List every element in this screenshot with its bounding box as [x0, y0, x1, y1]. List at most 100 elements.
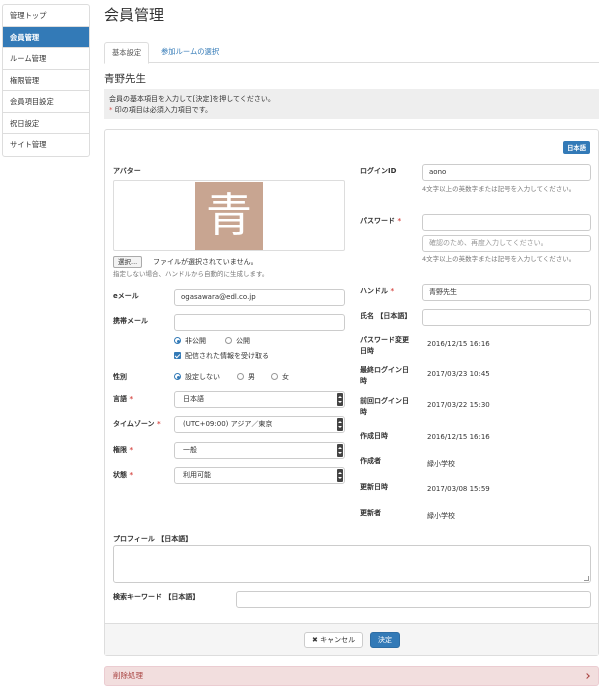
language-select[interactable]: 日本語	[174, 391, 345, 408]
submit-button[interactable]: 決定	[370, 632, 400, 648]
required-mark: *	[129, 395, 134, 403]
required-mark: *	[156, 420, 161, 428]
receive-info-checkbox[interactable]	[174, 352, 181, 359]
sidebar-item-members[interactable]: 会員管理	[3, 26, 89, 48]
sidebar-item-rooms[interactable]: ルーム管理	[3, 48, 89, 70]
prev-login-value: 2017/03/22 15:30	[427, 401, 490, 409]
sidebar-item-admin-top[interactable]: 管理トップ	[3, 5, 89, 27]
creator-label: 作成者	[360, 457, 381, 465]
role-label: 権限 *	[113, 445, 133, 455]
search-keyword-label: 検索キーワード 【日本語】	[113, 593, 200, 601]
role-label-text: 権限	[113, 446, 127, 454]
last-login-label-1: 最終ログイン日	[360, 366, 409, 374]
gender-male-label: 男	[248, 373, 255, 381]
avatar: 青	[195, 182, 263, 250]
handle-input[interactable]: 青野先生	[422, 284, 591, 301]
role-select-value: 一般	[183, 446, 197, 454]
gender-unset-radio[interactable]	[174, 373, 181, 380]
sidebar-item-member-fields[interactable]: 会員項目設定	[3, 91, 89, 113]
role-select[interactable]: 一般	[174, 442, 345, 459]
login-id-label: ログインID	[360, 167, 397, 175]
cancel-button[interactable]: ✖ キャンセル	[304, 632, 364, 648]
avatar-preview-box: 青	[113, 180, 345, 251]
notice-line-2: * 印の項目は必須入力項目です。	[109, 105, 594, 116]
handle-label: ハンドル *	[360, 286, 394, 296]
visibility-public-radio[interactable]	[225, 337, 232, 344]
select-caret-icon	[337, 418, 343, 431]
avatar-hint: 指定しない場合、ハンドルから自動的に生成します。	[113, 270, 269, 278]
sidebar-item-roles[interactable]: 権限管理	[3, 70, 89, 91]
mobile-email-label: 携帯メール	[113, 317, 148, 325]
status-label-text: 状態	[113, 471, 127, 479]
email-label: eメール	[113, 292, 139, 300]
status-select[interactable]: 利用可能	[174, 467, 345, 484]
tab-basic-settings[interactable]: 基本設定	[104, 42, 150, 64]
password-label: パスワード *	[360, 216, 401, 226]
prev-login-label-2: 時	[360, 408, 367, 416]
password-changed-label-1: パスワード変更	[360, 336, 409, 344]
avatar-label: アバター	[113, 167, 141, 175]
login-id-input[interactable]: aono	[422, 164, 591, 181]
close-icon: ✖	[312, 636, 318, 644]
form-footer: ✖ キャンセル 決定	[105, 623, 598, 655]
modifier-label: 更新者	[360, 509, 381, 517]
user-name-heading: 青野先生	[104, 73, 146, 85]
gender-female-radio[interactable]	[271, 373, 278, 380]
last-login-value: 2017/03/23 10:45	[427, 370, 490, 378]
prev-login-label: 前回ログイン日時	[360, 396, 409, 418]
delete-section-title: 削除処理	[113, 671, 143, 680]
password-hint: 4文字以上の英数字または記号を入力してください。	[422, 255, 576, 263]
language-label: 言語 *	[113, 394, 133, 404]
profile-textarea[interactable]	[113, 545, 591, 583]
full-name-input[interactable]	[422, 309, 591, 326]
required-mark: *	[129, 446, 134, 454]
mobile-email-input[interactable]	[174, 314, 345, 331]
chevron-right-icon[interactable]	[584, 673, 590, 679]
sidebar-item-holidays[interactable]: 祝日設定	[3, 113, 89, 134]
gender-female-label: 女	[282, 373, 289, 381]
login-id-hint: 4文字以上の英数字または記号を入力してください。	[422, 185, 576, 193]
password-changed-value: 2016/12/15 16:16	[427, 340, 490, 348]
timezone-label: タイムゾーン *	[113, 419, 161, 429]
status-label: 状態 *	[113, 470, 133, 480]
tab-bar: 基本設定 参加ルームの選択	[104, 42, 599, 64]
timezone-select-value: (UTC+09:00) アジア／東京	[183, 420, 273, 428]
sidebar-nav: 管理トップ 会員管理 ルーム管理 権限管理 会員項目設定 祝日設定 サイト管理	[2, 4, 90, 157]
resize-handle-icon[interactable]	[584, 576, 589, 581]
page-title: 会員管理	[104, 6, 165, 24]
member-form-panel: アバター 青 選択... ファイルが選択されていません。 指定しない場合、ハンド…	[104, 129, 599, 656]
timezone-select[interactable]: (UTC+09:00) アジア／東京	[174, 416, 345, 433]
delete-section[interactable]: 削除処理	[104, 666, 599, 686]
gender-male-radio[interactable]	[237, 373, 244, 380]
visibility-private-radio[interactable]	[174, 337, 181, 344]
password-changed-label-2: 日時	[360, 347, 374, 355]
password-confirm-input[interactable]: 確認のため、再度入力してください。	[422, 235, 591, 252]
notice-line-2-text: 印の項目は必須入力項目です。	[112, 106, 213, 114]
language-label-text: 言語	[113, 395, 127, 403]
select-caret-icon	[337, 469, 343, 482]
modified-label: 更新日時	[360, 483, 388, 491]
created-value: 2016/12/15 16:16	[427, 433, 490, 441]
email-input[interactable]: ogasawara@edl.co.jp	[174, 289, 345, 306]
search-keyword-input[interactable]	[236, 591, 591, 608]
status-select-value: 利用可能	[183, 471, 211, 479]
password-input[interactable]	[422, 214, 591, 231]
modifier-value: 緑小学校	[427, 512, 455, 520]
required-mark: *	[390, 287, 395, 295]
last-login-label-2: 時	[360, 377, 367, 385]
language-badge[interactable]: 日本語	[563, 141, 590, 154]
avatar-select-button[interactable]: 選択...	[113, 256, 143, 268]
language-select-value: 日本語	[183, 395, 204, 403]
full-name-label: 氏名 【日本語】	[360, 312, 412, 320]
receive-info-label: 配信された情報を受け取る	[185, 352, 269, 360]
creator-value: 緑小学校	[427, 460, 455, 468]
password-changed-label: パスワード変更 日時	[360, 335, 409, 357]
visibility-public-label: 公開	[236, 337, 250, 345]
required-mark: *	[129, 471, 134, 479]
created-label: 作成日時	[360, 432, 388, 440]
required-mark: *	[397, 217, 402, 225]
tab-room-selection[interactable]: 参加ルームの選択	[154, 42, 226, 63]
sidebar-item-site-admin[interactable]: サイト管理	[3, 134, 89, 156]
handle-label-text: ハンドル	[360, 287, 388, 295]
instruction-notice: 会員の基本項目を入力して[決定]を押してください。 * 印の項目は必須入力項目で…	[104, 89, 599, 119]
